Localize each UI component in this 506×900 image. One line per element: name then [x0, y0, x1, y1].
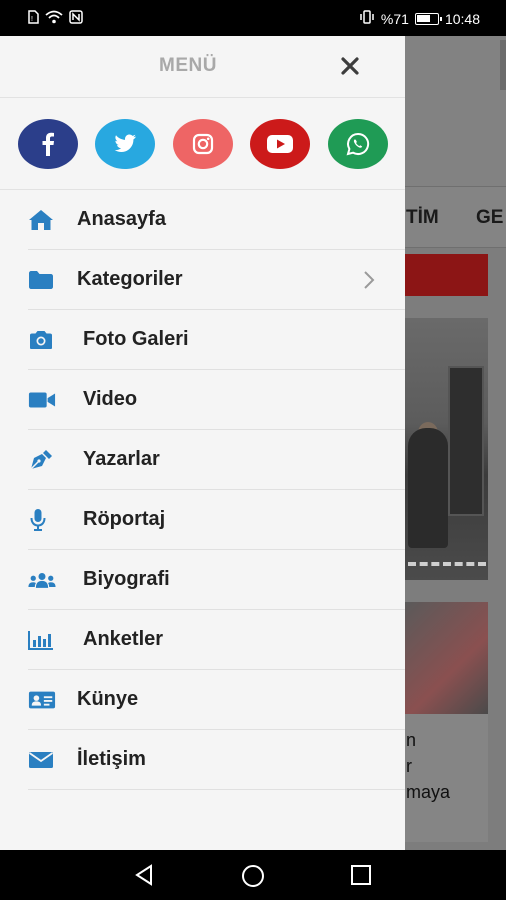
youtube-button[interactable] — [250, 119, 310, 169]
menu-item-label: İletişim — [77, 748, 146, 770]
camera-icon — [28, 329, 56, 351]
twitter-icon — [114, 134, 136, 152]
menu-item-yazarlar[interactable]: Yazarlar — [0, 430, 405, 490]
menu-item-foto-galeri[interactable]: Foto Galeri — [0, 310, 405, 370]
menu-item-label: Kategoriler — [77, 268, 183, 290]
menu-divider — [28, 789, 405, 790]
menu-item-kategoriler[interactable]: Kategoriler — [0, 250, 405, 310]
menu-item-label: Anasayfa — [77, 208, 166, 230]
video-icon — [28, 389, 56, 411]
wifi-icon — [45, 10, 63, 28]
svg-text:!: ! — [31, 16, 33, 23]
menu-item-anketler[interactable]: Anketler — [0, 610, 405, 670]
background-news-photo — [404, 318, 488, 580]
social-links — [0, 98, 405, 190]
menu-item-roportaj[interactable]: Röportaj — [0, 490, 405, 550]
menu-item-label: Biyografi — [83, 568, 170, 590]
whatsapp-icon — [346, 132, 370, 156]
status-time: 10:48 — [444, 11, 480, 27]
menu-item-iletisim[interactable]: İletişim — [0, 730, 405, 790]
close-icon — [341, 57, 359, 75]
background-photo-person — [408, 428, 448, 548]
menu-item-video[interactable]: Video — [0, 370, 405, 430]
facebook-icon — [42, 132, 54, 156]
battery-percent: %71 — [380, 11, 409, 27]
users-icon — [28, 569, 56, 591]
status-left-icons: ! — [28, 10, 83, 28]
background-scrollbar — [500, 40, 506, 90]
menu-item-anasayfa[interactable]: Anasayfa — [0, 190, 405, 250]
chevron-right-icon — [363, 270, 375, 295]
background-nav-item: TİM — [406, 207, 439, 228]
close-button[interactable] — [335, 51, 365, 81]
navigation-drawer: MENÜ Anasayfa Kategoriler Foto Galeri Vi… — [0, 36, 405, 850]
twitter-button[interactable] — [95, 119, 155, 169]
vibrate-icon — [359, 10, 375, 28]
folder-icon — [28, 269, 56, 291]
status-right-icons: %71 10:48 — [359, 10, 480, 28]
id-card-icon — [28, 689, 56, 711]
system-navigation-bar — [0, 850, 506, 900]
background-card-image — [404, 602, 488, 714]
sim-icon: ! — [28, 10, 39, 28]
background-nav-item: GE — [476, 207, 504, 228]
instagram-icon — [192, 133, 214, 155]
drawer-title: MENÜ — [159, 55, 217, 76]
status-bar: ! %71 10:48 — [0, 0, 506, 36]
chart-icon — [28, 629, 56, 651]
background-card-text: n — [406, 730, 417, 750]
screen: ! %71 10:48 TİM GE n r maya MENÜ Anasayf… — [0, 0, 506, 900]
drawer-header: MENÜ — [0, 36, 405, 98]
menu-item-label: Video — [83, 388, 138, 410]
background-red-banner — [404, 254, 488, 296]
menu-item-kunye[interactable]: Künye — [0, 670, 405, 730]
background-news-card: n r maya — [404, 602, 488, 842]
pen-icon — [28, 449, 56, 471]
menu-item-label: Yazarlar — [83, 448, 160, 470]
background-photo-window — [448, 366, 484, 516]
background-card-text: maya — [406, 782, 451, 802]
background-card-text: r — [406, 756, 412, 776]
menu-item-biyografi[interactable]: Biyografi — [0, 550, 405, 610]
home-icon — [28, 209, 56, 231]
instagram-button[interactable] — [173, 119, 233, 169]
menu-item-label: Anketler — [83, 628, 164, 650]
youtube-icon — [267, 135, 293, 153]
menu-item-label: Foto Galeri — [83, 328, 189, 350]
menu-item-label: Röportaj — [83, 508, 166, 530]
envelope-icon — [28, 749, 56, 771]
recents-icon[interactable] — [350, 864, 372, 891]
whatsapp-button[interactable] — [328, 119, 388, 169]
background-slider-dots — [408, 562, 486, 566]
back-icon[interactable] — [133, 864, 155, 891]
microphone-icon — [28, 509, 56, 531]
home-circle-icon[interactable] — [241, 864, 265, 893]
battery-icon — [414, 13, 442, 25]
battery-level — [416, 15, 430, 22]
facebook-button[interactable] — [18, 119, 78, 169]
menu-item-label: Künye — [77, 688, 139, 710]
nfc-icon — [69, 10, 83, 28]
